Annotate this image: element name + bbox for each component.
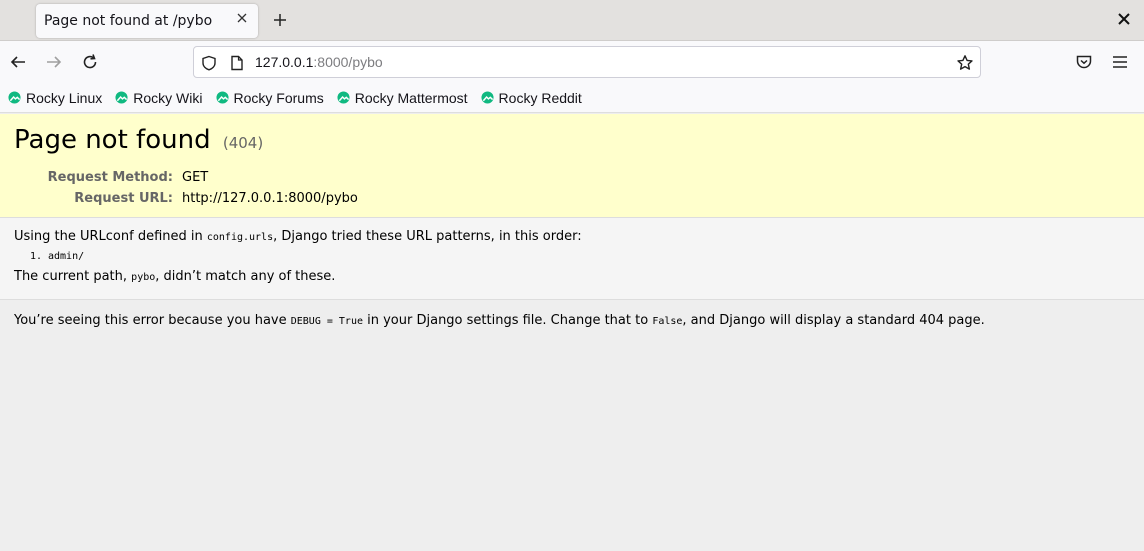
tab-title: Page not found at /pybo bbox=[44, 13, 213, 29]
explanation-post: , and Django will display a standard 404… bbox=[682, 313, 985, 328]
bookmark-rocky-wiki[interactable]: Rocky Wiki bbox=[115, 89, 203, 106]
false-code: False bbox=[652, 316, 683, 327]
explanation-mid: in your Django settings file. Change tha… bbox=[363, 313, 653, 328]
error-summary: Page not found (404) Request Method: GET… bbox=[0, 114, 1144, 218]
rocky-logo-icon bbox=[337, 91, 350, 104]
request-url-label: Request URL: bbox=[74, 191, 173, 206]
bookmark-rocky-forums[interactable]: Rocky Forums bbox=[215, 89, 324, 106]
url-text[interactable]: 127.0.0.1:8000/pybo bbox=[255, 54, 383, 70]
address-bar[interactable]: 127.0.0.1:8000/pybo bbox=[193, 46, 981, 78]
star-icon[interactable] bbox=[956, 54, 974, 72]
tab-active[interactable]: Page not found at /pybo bbox=[36, 4, 258, 38]
current-path-text-tail: , didn’t match any of these. bbox=[155, 269, 336, 284]
bookmark-label: Rocky Linux bbox=[26, 89, 103, 106]
debug-explanation: You’re seeing this error because you hav… bbox=[0, 300, 1144, 342]
navigation-toolbar: 127.0.0.1:8000/pybo bbox=[0, 41, 1144, 83]
urlconf-module: config.urls bbox=[206, 232, 274, 243]
rocky-logo-icon bbox=[115, 91, 128, 104]
url-path: :8000/pybo bbox=[313, 54, 383, 70]
request-method-row: Request Method: GET bbox=[14, 167, 1130, 188]
request-url-value: http://127.0.0.1:8000/pybo bbox=[182, 191, 358, 206]
back-arrow-icon[interactable] bbox=[8, 52, 28, 72]
forward-arrow-icon[interactable] bbox=[44, 52, 64, 72]
bookmark-label: Rocky Wiki bbox=[133, 89, 203, 106]
debug-setting-code: DEBUG = True bbox=[290, 316, 363, 327]
page-content: Page not found (404) Request Method: GET… bbox=[0, 114, 1144, 551]
bookmark-rocky-reddit[interactable]: Rocky Reddit bbox=[481, 90, 582, 106]
page-icon[interactable] bbox=[228, 54, 246, 72]
urlconf-info: Using the URLconf defined in config.urls… bbox=[0, 218, 1144, 300]
intro-text: Using the URLconf defined in bbox=[14, 229, 207, 244]
close-icon[interactable] bbox=[236, 12, 248, 28]
request-method-value: GET bbox=[182, 170, 209, 185]
request-url-row: Request URL: http://127.0.0.1:8000/pybo bbox=[14, 188, 1130, 209]
url-pattern-item: admin/ bbox=[48, 250, 1130, 264]
hamburger-menu-icon[interactable] bbox=[1110, 52, 1130, 72]
bookmark-rocky-mattermost[interactable]: Rocky Mattermost bbox=[337, 90, 468, 106]
current-path-text: The current path, bbox=[14, 269, 132, 284]
current-path-message: The current path, pybo, didn’t match any… bbox=[14, 268, 1130, 286]
bookmark-label: Rocky Reddit bbox=[498, 89, 582, 106]
bookmark-label: Rocky Mattermost bbox=[354, 89, 468, 106]
urlconf-intro: Using the URLconf defined in config.urls… bbox=[14, 228, 1130, 246]
intro-text-tail: , Django tried these URL patterns, in th… bbox=[273, 229, 582, 244]
rocky-logo-icon bbox=[8, 91, 21, 104]
url-host: 127.0.0.1 bbox=[255, 54, 314, 70]
url-pattern-list: admin/ bbox=[48, 250, 1130, 264]
explanation-pre: You’re seeing this error because you hav… bbox=[14, 313, 291, 328]
plus-icon[interactable] bbox=[270, 9, 290, 31]
explanation-text: You’re seeing this error because you hav… bbox=[14, 312, 1130, 330]
rocky-logo-icon bbox=[481, 91, 494, 104]
request-meta-table: Request Method: GET Request URL: http://… bbox=[14, 167, 1130, 209]
page-heading: Page not found bbox=[14, 125, 211, 155]
reload-icon[interactable] bbox=[80, 52, 100, 72]
window-close-icon[interactable] bbox=[1116, 11, 1132, 27]
request-method-label: Request Method: bbox=[47, 170, 173, 185]
bookmark-label: Rocky Forums bbox=[233, 89, 324, 106]
rocky-logo-icon bbox=[215, 91, 229, 104]
shield-icon[interactable] bbox=[200, 54, 218, 72]
tab-strip: Page not found at /pybo bbox=[0, 0, 1144, 41]
current-path-code: pybo bbox=[131, 272, 156, 283]
status-code: (404) bbox=[222, 134, 264, 152]
pocket-icon[interactable] bbox=[1074, 52, 1094, 72]
bookmark-rocky-linux[interactable]: Rocky Linux bbox=[8, 90, 102, 106]
bookmarks-toolbar: Rocky Linux Rocky Wiki Rocky Forums Rock… bbox=[0, 83, 1144, 113]
page-title: Page not found (404) bbox=[14, 124, 1130, 159]
